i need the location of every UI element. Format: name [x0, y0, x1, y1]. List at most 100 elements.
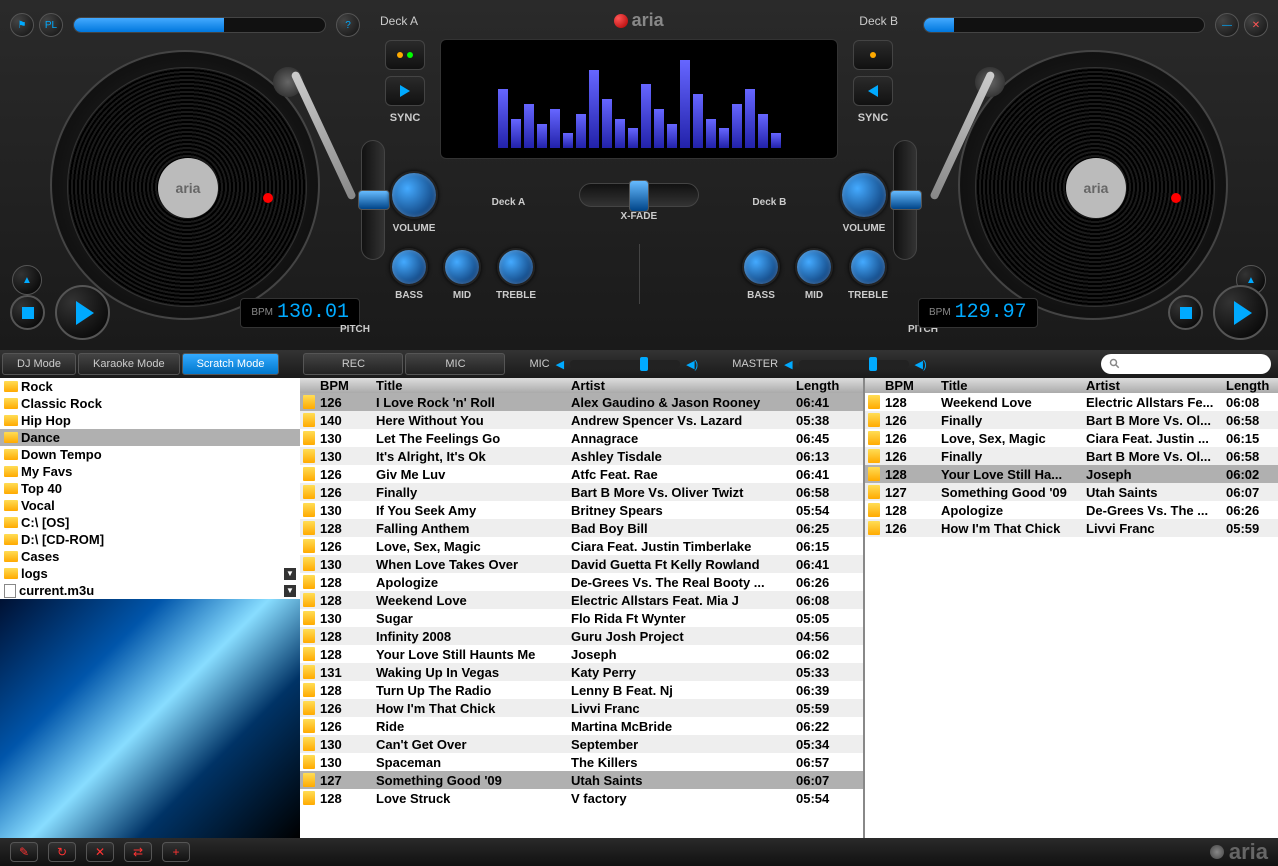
playlist-row[interactable]: 126Love, Sex, MagicCiara Feat. Justin ..… [865, 429, 1278, 447]
folder-item[interactable]: My Favs [0, 463, 300, 480]
speaker-min-icon[interactable]: ◀ [784, 358, 792, 371]
folder-item[interactable]: Down Tempo [0, 446, 300, 463]
track-row[interactable]: 131Waking Up In VegasKaty Perry05:33 [300, 663, 863, 681]
deck-a-stop-button[interactable] [10, 295, 45, 330]
pl-col-header-title[interactable]: Title [939, 378, 1084, 393]
folder-item[interactable]: Dance [0, 429, 300, 446]
col-header-length[interactable]: Length [794, 378, 844, 393]
track-row[interactable]: 128Infinity 2008Guru Josh Project04:56 [300, 627, 863, 645]
track-row[interactable]: 128Your Love Still Haunts MeJoseph06:02 [300, 645, 863, 663]
playlist-row[interactable]: 128Weekend LoveElectric Allstars Fe...06… [865, 393, 1278, 411]
deck-b-progress[interactable] [923, 17, 1205, 33]
playlist-row[interactable]: 126How I'm That ChickLivvi Franc05:59 [865, 519, 1278, 537]
track-row[interactable]: 128Falling AnthemBad Boy Bill06:25 [300, 519, 863, 537]
footer-repeat-button[interactable]: ⇄ [124, 842, 152, 862]
rec-button[interactable]: REC [303, 353, 403, 375]
footer-add-button[interactable]: + [162, 842, 190, 862]
track-row[interactable]: 130SpacemanThe Killers06:57 [300, 753, 863, 771]
scratch-mode-tab[interactable]: Scratch Mode [182, 353, 280, 375]
deck-b-treble-knob[interactable] [849, 248, 887, 286]
track-row[interactable]: 126Giv Me LuvAtfc Feat. Rae06:41 [300, 465, 863, 483]
track-row[interactable]: 130It's Alright, It's OkAshley Tisdale06… [300, 447, 863, 465]
track-row[interactable]: 130SugarFlo Rida Ft Wynter05:05 [300, 609, 863, 627]
footer-shuffle-button[interactable]: ✕ [86, 842, 114, 862]
deck-b-bass-knob[interactable] [742, 248, 780, 286]
folder-item[interactable]: Classic Rock [0, 395, 300, 412]
search-input[interactable] [1101, 354, 1271, 374]
playlist-row[interactable]: 127Something Good '09Utah Saints06:07 [865, 483, 1278, 501]
video-preview[interactable] [0, 599, 300, 838]
deck-b-stop-button[interactable] [1168, 295, 1203, 330]
pl-col-header-length[interactable]: Length [1224, 378, 1274, 393]
master-volume-slider[interactable] [799, 360, 909, 368]
speaker-max-icon[interactable]: ◀) [915, 358, 927, 371]
track-row[interactable]: 126I Love Rock 'n' RollAlex Gaudino & Ja… [300, 393, 863, 411]
deck-a-progress[interactable] [73, 17, 326, 33]
playlist-row[interactable]: 126FinallyBart B More Vs. Ol...06:58 [865, 411, 1278, 429]
track-row[interactable]: 130If You Seek AmyBritney Spears05:54 [300, 501, 863, 519]
track-row[interactable]: 127Something Good '09Utah Saints06:07 [300, 771, 863, 789]
speaker-min-icon[interactable]: ◀ [556, 358, 564, 371]
deck-a-pl-button[interactable]: PL [39, 13, 63, 37]
deck-b-pitch-slider[interactable] [893, 140, 917, 260]
folder-item[interactable]: logs▼ [0, 565, 300, 582]
deck-a-flag-button[interactable]: ⚑ [10, 13, 34, 37]
track-row[interactable]: 126RideMartina McBride06:22 [300, 717, 863, 735]
playlist-row[interactable]: 128Your Love Still Ha...Joseph06:02 [865, 465, 1278, 483]
deck-a-mid-knob[interactable] [443, 248, 481, 286]
deck-b-cue-button[interactable] [853, 40, 893, 70]
deck-a-cue-button[interactable] [385, 40, 425, 70]
playlist-row[interactable]: 126FinallyBart B More Vs. Ol...06:58 [865, 447, 1278, 465]
folder-item[interactable]: Vocal [0, 497, 300, 514]
close-button[interactable]: ✕ [1244, 13, 1268, 37]
playlist-row[interactable]: 128ApologizeDe-Grees Vs. The ...06:26 [865, 501, 1278, 519]
folder-item[interactable]: Top 40 [0, 480, 300, 497]
deck-b-mid-knob[interactable] [795, 248, 833, 286]
dropdown-icon[interactable]: ▼ [284, 568, 296, 580]
speaker-max-icon[interactable]: ◀) [686, 358, 698, 371]
karaoke-mode-tab[interactable]: Karaoke Mode [78, 353, 180, 375]
pl-col-header-artist[interactable]: Artist [1084, 378, 1224, 393]
track-row[interactable]: 140Here Without YouAndrew Spencer Vs. La… [300, 411, 863, 429]
col-header-artist[interactable]: Artist [569, 378, 794, 393]
track-row[interactable]: 128Weekend LoveElectric Allstars Feat. M… [300, 591, 863, 609]
col-header-title[interactable]: Title [374, 378, 569, 393]
track-row[interactable]: 126FinallyBart B More Vs. Oliver Twizt06… [300, 483, 863, 501]
mic-button[interactable]: MIC [405, 353, 505, 375]
mic-volume-slider[interactable] [570, 360, 680, 368]
deck-b-play-button[interactable] [1213, 285, 1268, 340]
dropdown-icon[interactable]: ▼ [284, 585, 296, 597]
folder-item[interactable]: Rock [0, 378, 300, 395]
dj-mode-tab[interactable]: DJ Mode [2, 353, 76, 375]
pl-col-header-bpm[interactable]: BPM [883, 378, 939, 393]
track-row[interactable]: 126How I'm That ChickLivvi Franc05:59 [300, 699, 863, 717]
folder-item[interactable]: Hip Hop [0, 412, 300, 429]
folder-item[interactable]: C:\ [OS] [0, 514, 300, 531]
folder-item[interactable]: D:\ [CD-ROM] [0, 531, 300, 548]
playlist-file[interactable]: current.m3u▼ [0, 582, 300, 599]
deck-b-turntable[interactable]: aria [958, 50, 1228, 320]
footer-edit-button[interactable]: ✎ [10, 842, 38, 862]
deck-a-bass-knob[interactable] [390, 248, 428, 286]
track-row[interactable]: 126Love, Sex, MagicCiara Feat. Justin Ti… [300, 537, 863, 555]
folder-icon [4, 398, 18, 409]
track-row[interactable]: 128ApologizeDe-Grees Vs. The Real Booty … [300, 573, 863, 591]
track-row[interactable]: 130Let The Feelings GoAnnagrace06:45 [300, 429, 863, 447]
deck-a-volume-knob[interactable] [390, 171, 438, 219]
deck-a-sync-play-button[interactable] [385, 76, 425, 106]
footer-loop-button[interactable]: ↻ [48, 842, 76, 862]
track-row[interactable]: 130When Love Takes OverDavid Guetta Ft K… [300, 555, 863, 573]
deck-a-help-button[interactable]: ? [336, 13, 360, 37]
deck-b-sync-play-button[interactable] [853, 76, 893, 106]
deck-a-play-button[interactable] [55, 285, 110, 340]
track-row[interactable]: 130Can't Get OverSeptember05:34 [300, 735, 863, 753]
deck-a-turntable[interactable]: aria [50, 50, 320, 320]
deck-a-treble-knob[interactable] [497, 248, 535, 286]
deck-b-volume-knob[interactable] [840, 171, 888, 219]
track-row[interactable]: 128Love StruckV factory05:54 [300, 789, 863, 807]
crossfader[interactable] [579, 183, 699, 207]
col-header-bpm[interactable]: BPM [318, 378, 374, 393]
track-row[interactable]: 128Turn Up The RadioLenny B Feat. Nj06:3… [300, 681, 863, 699]
folder-item[interactable]: Cases [0, 548, 300, 565]
minimize-button[interactable]: — [1215, 13, 1239, 37]
